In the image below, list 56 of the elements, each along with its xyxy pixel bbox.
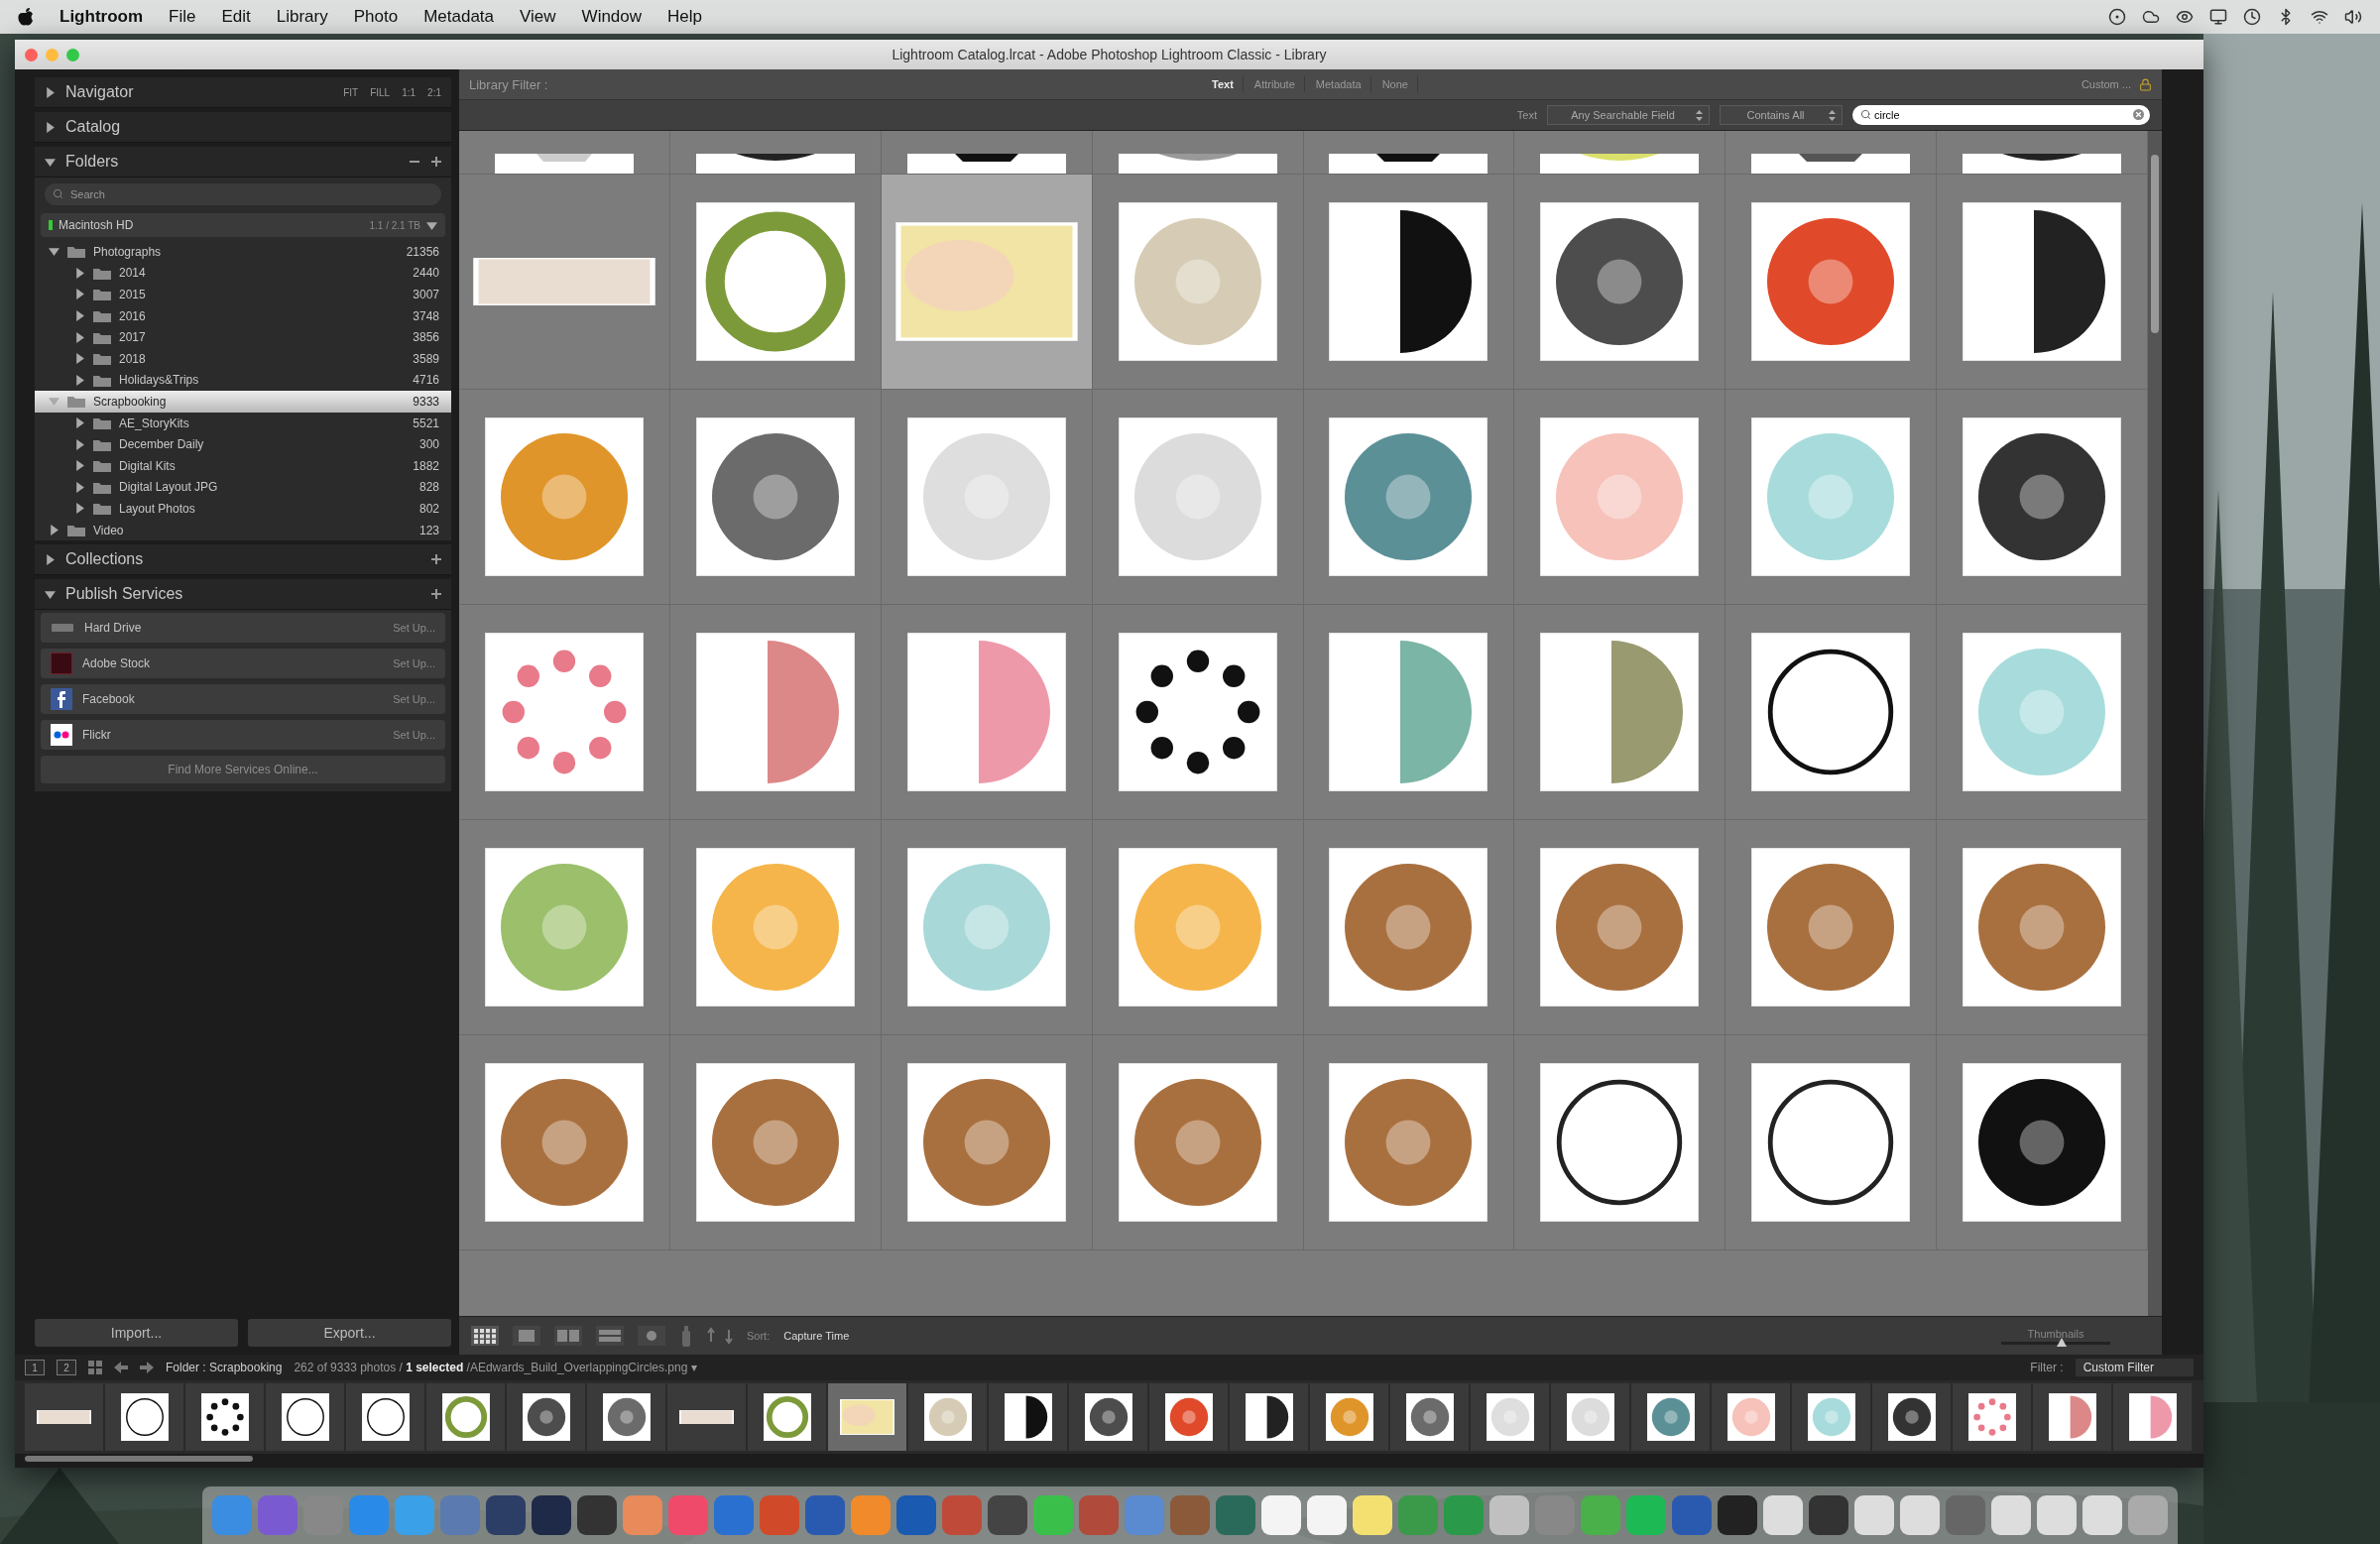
publish-service-row[interactable]: Facebook Set Up... [41,684,445,715]
filter-label: Filter : [2030,1361,2064,1374]
folder-row[interactable]: AE_StoryKits 5521 [35,412,451,434]
folder-row[interactable]: 2016 3748 [35,304,451,327]
menu-item[interactable]: Help [667,7,703,27]
dropdown[interactable]: Contains All [1720,105,1843,125]
folder-row[interactable]: 2017 3856 [35,326,451,348]
panel-header[interactable]: Folders [35,147,451,178]
panel-header[interactable]: Navigator FIT FILL 1:1 2:1 [35,77,451,108]
zoom-option[interactable]: FILL [370,86,391,98]
zoom-option[interactable]: 1:1 [402,86,416,98]
panel-header[interactable]: Publish Services [35,579,451,611]
search-field[interactable]: Search [45,183,441,205]
zoom-option[interactable]: 2:1 [427,86,441,98]
folder-row[interactable]: Digital Kits 1882 [35,454,451,477]
filter-tab[interactable]: Text [1203,76,1244,92]
menu-item[interactable]: Photo [353,7,399,27]
menu-item[interactable]: Metadata [423,7,495,27]
filter-menu[interactable]: Custom Filter [2075,1359,2194,1376]
app-menu[interactable]: Lightroom [60,7,144,27]
selection-info: 262 of 9333 photos / 1 selected /AEdwards_Build_OverlappingCircles.png ▾ [294,1361,697,1374]
panel-header[interactable]: Catalog [35,112,451,143]
search-field[interactable]: circle [1852,105,2150,125]
folder-row[interactable]: Digital Layout JPG 828 [35,476,451,499]
panel-header[interactable]: Collections [35,544,451,576]
sort-label: Sort: [747,1330,771,1342]
sort-menu[interactable]: Capture Time [783,1330,850,1342]
panel-button[interactable]: Import... [35,1319,238,1347]
volume-row[interactable]: Macintosh HD 1.1 / 2.1 TB [41,213,445,237]
folder-row[interactable]: Photographs 21356 [35,241,451,263]
filter-label: Library Filter : [469,76,548,92]
menu-item[interactable]: File [169,7,196,27]
menu-item[interactable]: Window [581,7,643,27]
folder-row[interactable]: Layout Photos 802 [35,498,451,520]
folder-source[interactable]: Folder : Scrapbooking [166,1361,283,1374]
folder-row[interactable]: 2018 3589 [35,347,451,370]
dropdown[interactable]: Any Searchable Field [1547,105,1710,125]
folder-row[interactable]: Video 123 [35,519,451,541]
zoom-option[interactable]: FIT [343,86,359,98]
folder-row[interactable]: 2014 2440 [35,262,451,285]
menu-item[interactable]: Library [276,7,328,27]
filter-label: Text [1516,109,1537,121]
menu-item[interactable]: Edit [221,7,251,27]
window-title: Lightroom Catalog.lrcat - Adobe Photoshop Lightroom Classic - Library [891,47,1328,62]
page-button[interactable]: 1 [25,1360,45,1375]
page-button[interactable]: 2 [57,1360,76,1375]
folder-row[interactable]: Holidays&Trips 4716 [35,369,451,392]
folder-row[interactable]: 2015 3007 [35,284,451,305]
publish-service-row[interactable]: Adobe Stock Set Up... [41,649,445,679]
folder-row[interactable]: Scrapbooking 9333 [35,391,451,413]
folder-row[interactable]: December Daily 300 [35,433,451,455]
publish-service-row[interactable]: Flickr Set Up... [41,720,445,751]
thumbnails-label: Thumbnails [2027,1327,2084,1340]
menu-item[interactable]: View [520,7,556,27]
publish-service-row[interactable]: Hard Drive Set Up... [41,613,445,644]
panel-button[interactable]: Export... [248,1319,451,1347]
